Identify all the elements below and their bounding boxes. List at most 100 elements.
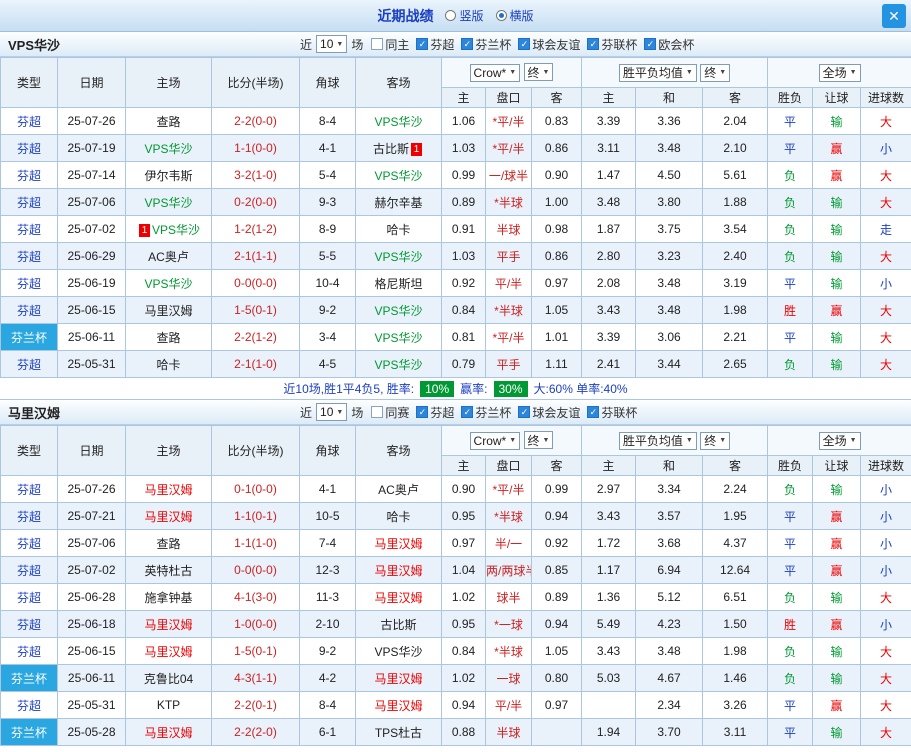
crow-home-odds: 0.97 [441, 529, 486, 557]
wdl-avg-dropdown[interactable]: 胜平负均值 ▼ [618, 63, 697, 82]
result-handicap: 输 [812, 242, 862, 270]
layout-radio-vertical[interactable]: 竖版 [445, 7, 484, 24]
checkbox-checked-icon[interactable]: ✓ [644, 38, 657, 50]
team-name: VPS华沙 [374, 644, 423, 659]
team-name: VPS华沙 [374, 330, 423, 345]
result-goals: 小 [860, 502, 911, 530]
crow-home-odds: 0.95 [441, 610, 486, 638]
wdl-away-odds: 2.21 [702, 323, 769, 351]
odds-source-dropdown[interactable]: Crow* ▼ [469, 63, 521, 82]
date-cell: 25-05-28 [57, 718, 126, 746]
filter-checked[interactable]: ✓ 芬联杯 [587, 404, 637, 421]
radio-selected-icon[interactable] [495, 10, 507, 21]
wdl-avg-value: 胜平负均值 [622, 434, 683, 448]
checkbox-checked-icon[interactable]: ✓ [461, 406, 474, 418]
full-match-dropdown[interactable]: 全场 ▼ [818, 63, 861, 82]
final-wdl-dropdown[interactable]: 终 ▼ [700, 431, 731, 450]
score-cell: 2-2(2-0) [211, 718, 300, 746]
crow-away-odds: 0.86 [530, 134, 583, 162]
final-odds-dropdown[interactable]: 终 ▼ [523, 63, 554, 82]
odds-source-value: Crow* [473, 433, 507, 448]
team-name: 马里汉姆 [144, 617, 193, 632]
result-handicap: 输 [812, 350, 862, 378]
result-wdl: 负 [767, 350, 814, 378]
table-header-row-1: 类型 日期 主场 比分(半场) 角球 客场 Crow* ▼ 终 ▼ 胜平负均值 ▼ 终… [0, 425, 911, 476]
match-row: 芬兰杯 25-06-11 查路 2-2(1-2) 3-4 VPS华沙 0.81 *平/半 1.0… [0, 323, 911, 351]
score-cell: 4-1(3-0) [211, 583, 300, 611]
home-team-cell: 英特杜古 [125, 556, 212, 584]
wdl-home-odds: 1.94 [581, 718, 637, 746]
result-goals: 大 [860, 188, 911, 216]
filter-checked[interactable]: ✓ 芬兰杯 [461, 36, 511, 53]
match-row: 芬超 25-07-06 查路 1-1(1-0) 7-4 马里汉姆 0.97 半/一 0.92 1.… [0, 529, 911, 557]
filter-checked[interactable]: ✓ 球会友谊 [518, 404, 580, 421]
close-button[interactable]: ✕ [882, 4, 906, 28]
wdl-home-odds: 2.80 [581, 242, 637, 270]
wdl-home-odds: 3.48 [581, 188, 637, 216]
score-cell: 0-1(0-0) [211, 475, 300, 503]
full-match-dropdown[interactable]: 全场 ▼ [818, 431, 861, 450]
result-handicap: 输 [812, 269, 862, 297]
checkbox-checked-icon[interactable]: ✓ [587, 38, 600, 50]
wdl-avg-dropdown[interactable]: 胜平负均值 ▼ [618, 431, 697, 450]
result-goals: 小 [860, 134, 911, 162]
crow-handicap: 平/半 [485, 269, 532, 297]
match-count-dropdown[interactable]: 10 ▼ [316, 35, 348, 53]
radio-unselected-icon[interactable] [445, 10, 457, 21]
wdl-home-odds: 2.08 [581, 269, 637, 297]
layout-radio-horizontal[interactable]: 横版 [495, 7, 534, 24]
home-team-cell: VPS华沙 [125, 269, 212, 297]
filter-checked[interactable]: ✓ 球会友谊 [518, 36, 580, 53]
wdl-home-odds: 2.97 [581, 475, 637, 503]
checkbox-checked-icon[interactable]: ✓ [416, 38, 429, 50]
date-cell: 25-06-18 [57, 610, 126, 638]
filter-checked[interactable]: ✓ 芬超 [416, 36, 454, 53]
away-team-cell: 哈卡 [355, 215, 442, 243]
filter-checked[interactable]: ✓ 欧会杯 [644, 36, 694, 53]
wdl-avg-group-header: 胜平负均值 ▼ 终 ▼ [581, 57, 769, 88]
checkbox-checked-icon[interactable]: ✓ [518, 38, 531, 50]
crow-handicap: 半/一 [485, 529, 532, 557]
checkbox-checked-icon[interactable]: ✓ [416, 406, 429, 418]
checkbox-checked-icon[interactable]: ✓ [587, 406, 600, 418]
checkbox-checked-icon[interactable]: ✓ [461, 38, 474, 50]
checkbox-unchecked-icon[interactable] [371, 38, 384, 50]
filter-checked[interactable]: ✓ 芬兰杯 [461, 404, 511, 421]
wdl-draw-odds: 3.06 [635, 323, 704, 351]
filter-unchecked[interactable]: 同主 [371, 36, 409, 53]
dropdown-arrow-icon: ▼ [719, 437, 727, 444]
col-date: 日期 [57, 57, 126, 108]
filter-unchecked[interactable]: 同赛 [371, 404, 409, 421]
crow-away-odds: 1.11 [530, 350, 583, 378]
odds-source-dropdown[interactable]: Crow* ▼ [469, 431, 521, 450]
team-name: TPS杜古 [374, 725, 423, 740]
final-odds-dropdown[interactable]: 终 ▼ [523, 431, 554, 450]
checkbox-unchecked-icon[interactable] [371, 406, 384, 418]
checkbox-checked-icon[interactable]: ✓ [518, 406, 531, 418]
final-wdl-dropdown[interactable]: 终 ▼ [700, 63, 731, 82]
score-cell: 1-0(0-0) [211, 610, 300, 638]
team-name: AC奥卢 [148, 249, 189, 264]
filter-checked[interactable]: ✓ 芬超 [416, 404, 454, 421]
dropdown-arrow-icon: ▼ [336, 408, 344, 416]
result-handicap: 赢 [812, 134, 862, 162]
filter-checked[interactable]: ✓ 芬联杯 [587, 36, 637, 53]
match-row: 芬超 25-05-31 KTP 2-2(0-1) 8-4 马里汉姆 0.94 平/半 0.97 2… [0, 691, 911, 719]
dropdown-arrow-icon: ▼ [336, 40, 344, 48]
result-handicap: 输 [812, 188, 862, 216]
crow-handicap: *平/半 [485, 475, 532, 503]
match-count-dropdown[interactable]: 10 ▼ [316, 403, 348, 421]
wdl-draw-odds: 3.80 [635, 188, 704, 216]
col-crow-home: 主 [441, 87, 486, 108]
home-team-cell: VPS华沙 [125, 134, 212, 162]
summary-tail: 大:60% 单率:40% [533, 382, 628, 396]
matches-tbody: 芬超 25-07-26 查路 2-2(0-0) 8-4 VPS华沙 1.06 *平/半 0.83… [0, 107, 911, 378]
team-name: 哈卡 [386, 222, 411, 237]
wdl-home-odds: 2.41 [581, 350, 637, 378]
filter-label: 芬兰杯 [475, 405, 512, 420]
away-team-cell: 古比斯 [355, 610, 442, 638]
team-name: VPS华沙 [151, 222, 200, 237]
date-cell: 25-07-26 [57, 475, 126, 503]
col-result-goals: 进球数 [860, 455, 911, 476]
result-handicap: 输 [812, 215, 862, 243]
